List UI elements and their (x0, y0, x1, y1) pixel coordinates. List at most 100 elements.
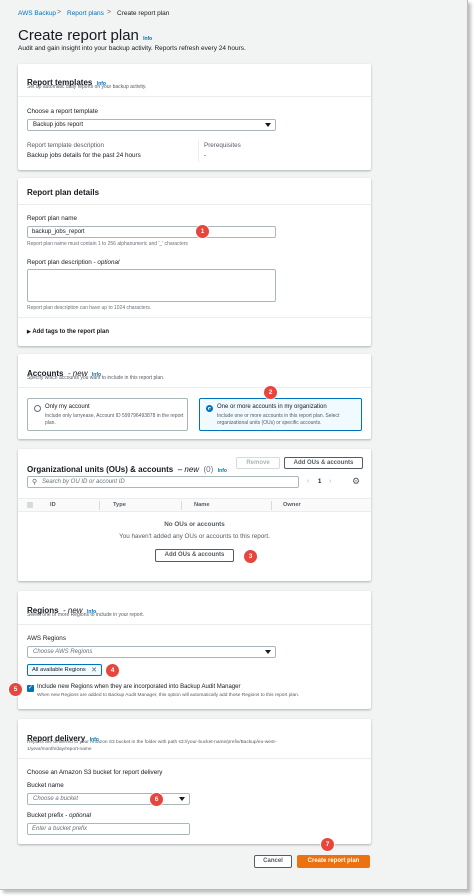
report-plan-name-label: Report plan name (27, 215, 78, 222)
include-new-regions-desc: When new Regions are added to Backup Aud… (37, 693, 300, 698)
regions-description: Select one or more Regions to include in… (27, 612, 145, 618)
page-title-text: Create report plan (18, 27, 139, 44)
ous-count: (0) (203, 465, 214, 474)
region-token-label: All available Regions (32, 667, 86, 673)
radio-button-selected[interactable] (206, 405, 213, 412)
settings-gear-icon[interactable]: ⚙ (352, 476, 360, 487)
region-token: All available Regions ✕ (27, 664, 102, 676)
remove-button[interactable]: Remove (236, 457, 280, 469)
divider (18, 624, 371, 625)
callout-badge-2: 2 (264, 386, 277, 399)
accounts-panel: Accounts - new Info Specify which accoun… (18, 354, 371, 439)
empty-state-title: No OUs or accounts (164, 521, 225, 528)
report-template-value: Backup jobs report (33, 122, 84, 128)
ous-header: Organizational units (OUs) & accounts – … (27, 459, 227, 477)
bucket-prefix-label: Bucket prefix - optional (27, 812, 91, 819)
org-accounts-label: One or more accounts in my organization (217, 404, 327, 410)
search-icon: ⚲ (32, 479, 38, 486)
only-my-account-desc: Include only larryease, Account ID 59979… (45, 413, 184, 426)
breadcrumb-report-plans[interactable]: Report plans (67, 10, 104, 17)
breadcrumb-separator: > (107, 9, 112, 16)
empty-add-ous-button[interactable]: Add OUs & accounts (155, 549, 234, 562)
optional-tag: - optional (93, 259, 120, 266)
prev-page-icon[interactable]: ‹ (307, 478, 309, 485)
empty-state-description: You haven't added any OUs or accounts to… (119, 533, 270, 540)
column-divider (181, 501, 182, 510)
caret-right-icon: ▶ (27, 329, 31, 335)
bucket-name-select[interactable]: Choose a bucket (27, 793, 190, 805)
only-my-account-label: Only my account (45, 404, 90, 410)
divider (18, 317, 371, 318)
page-title: Create report plan Info (18, 27, 152, 44)
divider (18, 758, 371, 759)
ous-new-tag: – new (177, 465, 200, 474)
breadcrumb-current: Create report plan (117, 10, 170, 17)
search-placeholder-text: Search by OU ID or account ID (42, 479, 125, 485)
column-header-id[interactable]: ID (50, 502, 56, 508)
column-divider (198, 140, 199, 162)
bucket-prefix-input[interactable]: Enter a bucket prefix (27, 823, 190, 835)
include-new-regions-label: Include new Regions when they are incorp… (37, 684, 241, 690)
description-label-text: Report plan description (27, 259, 92, 266)
bucket-name-placeholder: Choose a bucket (33, 796, 79, 802)
add-ous-accounts-button[interactable]: Add OUs & accounts (284, 457, 363, 469)
prerequisites-label: Prerequisites (204, 142, 241, 149)
report-plan-description-label: Report plan description - optional (27, 259, 119, 266)
caret-down-icon (265, 650, 271, 654)
template-description-value: Backup jobs details for the past 24 hour… (27, 152, 141, 159)
report-plan-description-textarea[interactable] (27, 269, 276, 302)
column-header-owner[interactable]: Owner (283, 502, 301, 508)
breadcrumb-aws-backup[interactable]: AWS Backup (18, 10, 56, 17)
aws-regions-select[interactable]: Choose AWS Regions (27, 646, 276, 658)
select-all-checkbox[interactable] (27, 502, 33, 508)
report-plan-name-input[interactable]: backup_jobs_report (27, 226, 276, 238)
bucket-name-label: Bucket name (27, 782, 64, 789)
callout-badge-6: 6 (150, 793, 163, 806)
include-new-regions-checkbox[interactable]: ✓ (27, 685, 34, 692)
callout-badge-3: 3 (244, 550, 257, 563)
next-page-icon[interactable]: › (329, 478, 331, 485)
choose-template-label: Choose a report template (27, 108, 99, 115)
report-plan-name-hint: Report plan name must contain 1 to 256 a… (27, 241, 188, 247)
breadcrumb-separator: > (57, 9, 62, 16)
page-info-link[interactable]: Info (143, 36, 152, 42)
add-tags-label: Add tags to the report plan (32, 329, 109, 335)
create-report-plan-button[interactable]: Create report plan (297, 855, 370, 868)
ous-accounts-panel: Organizational units (OUs) & accounts – … (18, 449, 371, 581)
radio-button[interactable] (34, 405, 41, 412)
bucket-prefix-label-text: Bucket prefix (27, 812, 64, 819)
caret-down-icon (179, 797, 185, 801)
close-icon[interactable]: ✕ (91, 666, 97, 674)
callout-badge-1: 1 (196, 225, 209, 238)
report-plan-details-title: Report plan details (27, 188, 100, 197)
report-delivery-description-line2: 1/year/month/day/report-name (27, 747, 92, 752)
callout-badge-4: 4 (106, 664, 119, 677)
report-templates-panel: Report templates Info Set up automatic d… (18, 64, 371, 170)
report-template-select[interactable]: Backup jobs report (27, 119, 276, 131)
divider (18, 96, 371, 97)
callout-badge-5: 5 (9, 683, 22, 696)
page-number[interactable]: 1 (318, 479, 321, 485)
prerequisites-value: - (204, 152, 207, 159)
aws-regions-placeholder: Choose AWS Regions (33, 649, 93, 655)
column-header-name[interactable]: Name (194, 502, 210, 508)
add-tags-expander[interactable]: ▶ Add tags to the report plan (27, 329, 109, 335)
choose-bucket-label: Choose an Amazon S3 bucket for report de… (27, 769, 163, 776)
report-delivery-description-line1: Reports are delivered to your Amazon S3 … (27, 740, 277, 745)
template-description-label: Report template description (27, 142, 105, 149)
ou-search-input[interactable]: ⚲ Search by OU ID or account ID (27, 476, 299, 488)
report-delivery-panel: Report delivery Info Reports are deliver… (18, 719, 371, 844)
column-divider (271, 501, 272, 510)
caret-down-icon (265, 123, 271, 127)
divider (18, 204, 371, 205)
only-my-account-option[interactable]: Only my account Include only larryease, … (27, 398, 188, 431)
ous-title: Organizational units (OUs) & accounts (27, 465, 174, 474)
ous-info-link[interactable]: Info (218, 468, 227, 474)
column-header-type[interactable]: Type (113, 502, 126, 508)
table-header: ID Type Name Owner (18, 498, 371, 512)
report-plan-details-panel: Report plan details Report plan name bac… (18, 178, 371, 346)
cancel-button[interactable]: Cancel (254, 855, 292, 868)
accounts-description: Specify which accounts you want to inclu… (27, 375, 165, 381)
org-accounts-option[interactable]: One or more accounts in my organization … (199, 398, 362, 431)
divider (18, 387, 371, 388)
